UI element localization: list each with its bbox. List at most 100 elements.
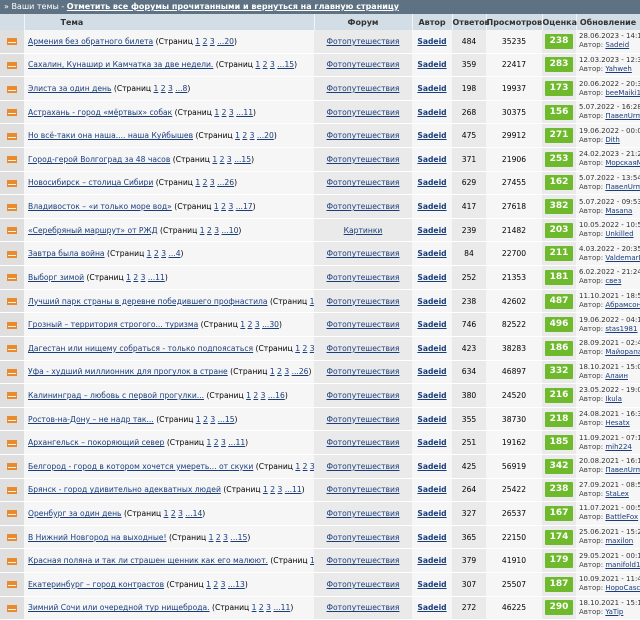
page-link[interactable]: ...20 — [217, 37, 234, 46]
topic-title-link[interactable]: Ростов-на-Дону – не надр так... — [28, 415, 154, 424]
topic-title-link[interactable]: Сахалин, Кунашир и Камчатка за две недел… — [28, 60, 213, 69]
page-link[interactable]: 3 — [221, 438, 226, 447]
topic-title-link[interactable]: Завтра была война — [28, 249, 105, 258]
page-link[interactable]: ...15 — [277, 60, 294, 69]
updated-author-link[interactable]: HopoCascade — [605, 584, 640, 592]
updated-author-link[interactable]: Yahweh — [605, 65, 632, 73]
topic-envelope-icon[interactable] — [7, 132, 17, 140]
page-link[interactable]: 1 — [147, 249, 152, 258]
author-link[interactable]: Sadeid — [417, 226, 446, 235]
page-link[interactable]: 2 — [216, 533, 221, 542]
page-link[interactable]: 2 — [277, 367, 282, 376]
page-link[interactable]: ...11 — [228, 438, 245, 447]
page-link[interactable]: 1 — [214, 108, 219, 117]
header-score[interactable]: Оценка — [542, 14, 577, 30]
topic-title-link[interactable]: Грозный – территория строгого... туризма — [28, 320, 198, 329]
topic-title-link[interactable]: Выборг зимой — [28, 273, 84, 282]
page-link[interactable]: 2 — [207, 226, 212, 235]
topic-title-link[interactable]: Архангельск – покоряющий север — [28, 438, 164, 447]
header-views[interactable]: Просмотров — [486, 14, 543, 30]
author-link[interactable]: Sadeid — [417, 344, 446, 353]
topic-envelope-icon[interactable] — [7, 109, 17, 117]
page-link[interactable]: ...26 — [292, 367, 309, 376]
updated-author-link[interactable]: МорскаяМина — [605, 159, 640, 167]
page-link[interactable]: 1 — [206, 580, 211, 589]
topic-title-link[interactable]: Астрахань - город «мёртвых» собак — [28, 108, 172, 117]
page-link[interactable]: 2 — [263, 60, 268, 69]
page-link[interactable]: ...26 — [217, 178, 234, 187]
page-link[interactable]: 1 — [310, 556, 314, 565]
page-link[interactable]: 3 — [284, 367, 289, 376]
topic-envelope-icon[interactable] — [7, 298, 17, 305]
updated-author-link[interactable]: ПавелUrman — [605, 466, 640, 474]
topic-envelope-icon[interactable] — [7, 392, 17, 400]
page-link[interactable]: 2 — [270, 485, 275, 494]
topic-envelope-icon[interactable] — [7, 510, 17, 518]
forum-link[interactable]: Фотопутешествия — [326, 249, 399, 258]
updated-author-link[interactable]: Алаин — [605, 372, 628, 380]
forum-link[interactable]: Фотопутешествия — [326, 415, 399, 424]
page-link[interactable]: 3 — [210, 415, 215, 424]
page-link[interactable]: 1 — [255, 60, 260, 69]
topic-envelope-icon[interactable] — [7, 345, 17, 353]
page-link[interactable]: 1 — [209, 533, 214, 542]
page-link[interactable]: 3 — [221, 580, 226, 589]
page-link[interactable]: 2 — [203, 37, 208, 46]
topic-envelope-icon[interactable] — [7, 203, 17, 211]
updated-author-link[interactable]: ValdemarD — [605, 254, 640, 262]
topic-title-link[interactable]: Но всё-таки она наша.... наша Куйбышев — [28, 131, 193, 140]
topic-title-link[interactable]: Белгород - город в котором хочется умере… — [28, 462, 253, 471]
topic-envelope-icon[interactable] — [7, 439, 17, 447]
topic-envelope-icon[interactable] — [7, 227, 17, 235]
page-link[interactable]: 2 — [133, 273, 138, 282]
author-link[interactable]: Sadeid — [417, 202, 446, 211]
topic-envelope-icon[interactable] — [7, 61, 17, 69]
author-link[interactable]: Sadeid — [417, 131, 446, 140]
author-link[interactable]: Sadeid — [417, 155, 446, 164]
page-link[interactable]: 3 — [223, 533, 228, 542]
updated-author-link[interactable]: beeMaiki1966 — [605, 89, 640, 97]
topic-envelope-icon[interactable] — [7, 557, 17, 565]
page-link[interactable]: ...11 — [236, 108, 253, 117]
author-link[interactable]: Sadeid — [417, 178, 446, 187]
author-link[interactable]: Sadeid — [417, 60, 446, 69]
forum-link[interactable]: Фотопутешествия — [326, 603, 399, 612]
page-link[interactable]: 2 — [220, 155, 225, 164]
author-link[interactable]: Sadeid — [417, 485, 446, 494]
forum-link[interactable]: Фотопутешествия — [326, 297, 399, 306]
topic-envelope-icon[interactable] — [7, 156, 17, 164]
page-link[interactable]: 3 — [250, 131, 255, 140]
updated-author-link[interactable]: ПавелUrman — [605, 112, 640, 120]
author-link[interactable]: Sadeid — [417, 108, 446, 117]
page-link[interactable]: 1 — [252, 603, 257, 612]
page-link[interactable]: 1 — [295, 344, 300, 353]
page-link[interactable]: 3 — [214, 226, 219, 235]
page-link[interactable]: 1 — [195, 37, 200, 46]
updated-author-link[interactable]: mih224 — [605, 443, 632, 451]
page-link[interactable]: 1 — [154, 84, 159, 93]
topic-title-link[interactable]: Брянск - город удивительно адекватных лю… — [28, 485, 221, 494]
forum-link[interactable]: Фотопутешествия — [326, 580, 399, 589]
page-link[interactable]: 1 — [164, 509, 169, 518]
page-link[interactable]: 1 — [196, 415, 201, 424]
updated-author-link[interactable]: Абрамсон — [605, 301, 640, 309]
page-link[interactable]: 1 — [235, 131, 240, 140]
forum-link[interactable]: Фотопутешествия — [326, 438, 399, 447]
forum-link[interactable]: Фотопутешествия — [326, 462, 399, 471]
topic-envelope-icon[interactable] — [7, 321, 17, 329]
topic-title-link[interactable]: Красная поляна и так ли страшен щенник к… — [28, 556, 268, 565]
forum-link[interactable]: Фотопутешествия — [326, 320, 399, 329]
topic-title-link[interactable]: Новосибирск – столица Сибири — [28, 178, 153, 187]
page-link[interactable]: 3 — [141, 273, 146, 282]
topic-title-link[interactable]: «Серебряный маршрут» от РЖД — [28, 226, 158, 235]
forum-link[interactable]: Фотопутешествия — [326, 84, 399, 93]
topic-envelope-icon[interactable] — [7, 604, 17, 612]
author-link[interactable]: Sadeid — [417, 509, 446, 518]
page-link[interactable]: ...17 — [236, 202, 253, 211]
updated-author-link[interactable]: свез — [605, 277, 621, 285]
page-link[interactable]: ...11 — [148, 273, 165, 282]
page-link[interactable]: 1 — [212, 155, 217, 164]
updated-author-link[interactable]: Masana — [605, 207, 632, 215]
page-link[interactable]: 1 — [240, 320, 245, 329]
topic-title-link[interactable]: Калининград – любовь с первой прогулки..… — [28, 391, 204, 400]
